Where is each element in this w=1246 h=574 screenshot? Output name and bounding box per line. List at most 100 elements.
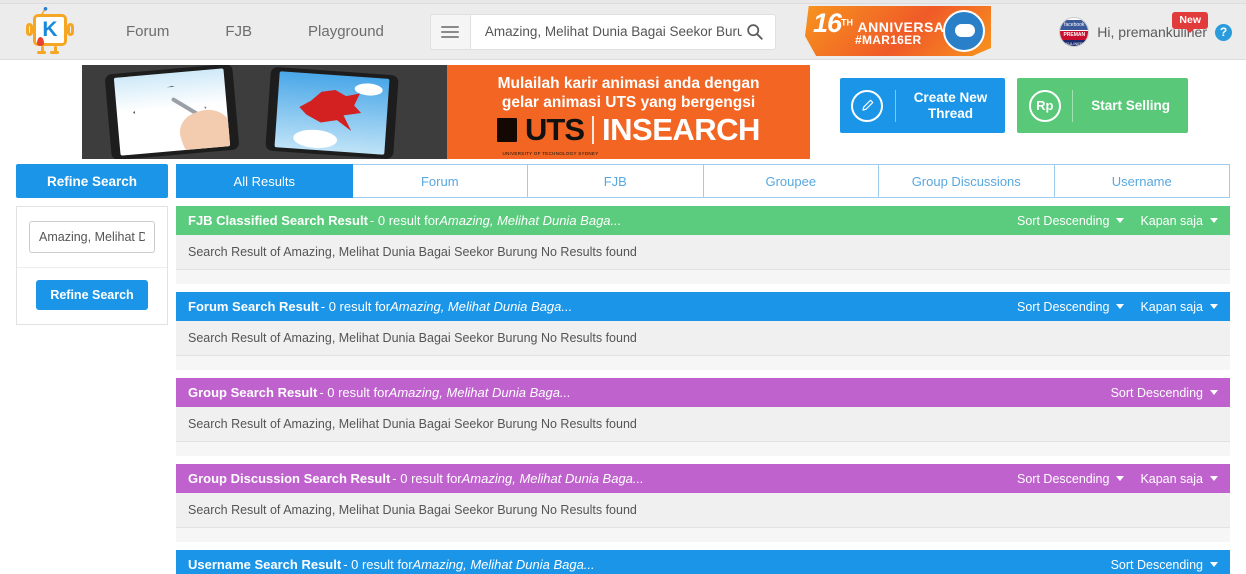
ad-row: Mulailah karir animasi anda dengan gelar…	[0, 60, 1246, 164]
time-filter-label: Kapan saja	[1140, 213, 1203, 228]
sort-dropdown[interactable]: Sort Descending	[1111, 558, 1218, 572]
time-filter-dropdown[interactable]: Kapan saja	[1140, 214, 1218, 228]
main-navigation: Forum FJB Playground	[98, 4, 412, 60]
tab-all-results[interactable]: All Results	[176, 164, 353, 198]
sort-dropdown-label: Sort Descending	[1017, 471, 1110, 486]
section-title: Forum Search Result	[188, 299, 319, 314]
brand-divider	[592, 116, 595, 144]
sort-dropdown[interactable]: Sort Descending	[1017, 471, 1125, 486]
category-menu-icon[interactable]	[429, 13, 470, 50]
chevron-down-icon	[1116, 218, 1125, 223]
sort-dropdown[interactable]: Sort Descending	[1017, 299, 1125, 314]
section-fjb-classified-search-result: FJB Classified Search Result - 0 result …	[176, 206, 1230, 284]
ad-brand-left: UTS	[525, 112, 585, 147]
section-title: FJB Classified Search Result	[188, 213, 368, 228]
search-submit-button[interactable]	[744, 23, 765, 40]
section-body: Search Result of Amazing, Melihat Dunia …	[176, 235, 1230, 270]
tablet-sketch-screen	[113, 68, 231, 156]
user-area: facebook PREMAN KULINER Hi, premankuline…	[1059, 4, 1232, 60]
section-forum-search-result: Forum Search Result - 0 result for Amazi…	[176, 292, 1230, 370]
section-body: Search Result of Amazing, Melihat Dunia …	[176, 493, 1230, 528]
refine-keyword-input[interactable]	[29, 221, 155, 253]
content-layout: Refine Search Refine Search All Results …	[16, 164, 1230, 574]
ad-headline-line1: Mulailah karir animasi anda dengan	[497, 75, 760, 92]
section-query: Amazing, Melihat Dunia Baga...	[412, 557, 595, 572]
help-icon[interactable]: ?	[1215, 23, 1232, 41]
create-new-thread-button[interactable]: Create New Thread	[839, 78, 1006, 133]
create-thread-label-line1: Create New	[913, 89, 988, 105]
section-header: Group Discussion Search Result - 0 resul…	[176, 464, 1230, 493]
search-area	[429, 13, 776, 50]
section-query: Amazing, Melihat Dunia Baga...	[388, 385, 571, 400]
section-meta: - 0 result for	[319, 385, 389, 400]
bird-red-illustration	[298, 87, 363, 135]
main-content: Refine Search Refine Search All Results …	[0, 164, 1246, 574]
results-column: All Results Forum FJB Groupee Group Disc…	[176, 164, 1230, 574]
section-group-discussion-search-result: Group Discussion Search Result - 0 resul…	[176, 464, 1230, 542]
rupiah-icon: Rp	[1028, 89, 1061, 122]
section-query: Amazing, Melihat Dunia Baga...	[461, 471, 644, 486]
nav-item-forum[interactable]: Forum	[98, 4, 197, 60]
uts-insearch-ad-banner[interactable]: Mulailah karir animasi anda dengan gelar…	[82, 65, 810, 159]
create-thread-icon-slot	[840, 89, 896, 122]
kaskus-logo[interactable]: K	[26, 6, 74, 54]
section-controls: Sort Descending Kapan saja	[1017, 472, 1218, 486]
ad-headline-line2: gelar animasi UTS yang bergengsi	[501, 94, 756, 111]
section-title: Group Search Result	[188, 385, 318, 400]
refine-search-sidebar: Refine Search Refine Search	[16, 164, 168, 574]
tab-group-discussions[interactable]: Group Discussions	[879, 164, 1055, 198]
time-filter-label: Kapan saja	[1140, 299, 1203, 314]
search-input[interactable]	[482, 23, 744, 40]
anniversary-banner[interactable]: 16TH ANNIVERSARY #MAR16ER	[805, 6, 991, 56]
logo-arm-right	[67, 22, 74, 36]
create-thread-label-line2: Thread	[927, 105, 973, 121]
anniversary-ordinal: TH	[841, 17, 854, 28]
time-filter-dropdown[interactable]: Kapan saja	[1140, 472, 1218, 486]
sort-dropdown[interactable]: Sort Descending	[1017, 213, 1125, 228]
tab-groupee[interactable]: Groupee	[703, 164, 879, 198]
chevron-down-icon	[1210, 476, 1218, 481]
chevron-down-icon	[1116, 476, 1125, 481]
section-header: Group Search Result - 0 result for Amazi…	[176, 378, 1230, 407]
section-footer	[176, 528, 1230, 542]
sort-dropdown-label: Sort Descending	[1017, 213, 1110, 228]
section-title: Username Search Result	[188, 557, 342, 572]
sort-dropdown-label: Sort Descending	[1017, 299, 1110, 314]
section-footer	[176, 356, 1230, 370]
section-controls: Sort Descending	[1111, 386, 1218, 400]
section-header: Username Search Result - 0 result for Am…	[176, 550, 1230, 574]
cloud-shape	[292, 128, 338, 150]
section-footer	[176, 442, 1230, 456]
uts-emblem-icon	[497, 118, 518, 142]
logo-foot-left	[37, 50, 46, 54]
refine-search-panel: Refine Search	[16, 206, 168, 325]
cloud-shape	[122, 129, 150, 146]
ad-copy: Mulailah karir animasi anda dengan gelar…	[447, 65, 810, 159]
avatar-bottom-text: KULINER	[1060, 40, 1089, 46]
nav-item-playground[interactable]: Playground	[280, 4, 412, 60]
section-controls: Sort Descending	[1111, 558, 1218, 572]
section-header: FJB Classified Search Result - 0 result …	[176, 206, 1230, 235]
nav-item-fjb[interactable]: FJB	[197, 4, 280, 60]
refine-search-button[interactable]: Refine Search	[36, 280, 148, 310]
panel-divider	[17, 267, 167, 268]
section-footer	[176, 270, 1230, 284]
avatar-mid-text: PREMAN	[1060, 31, 1089, 40]
sort-dropdown[interactable]: Sort Descending	[1111, 386, 1218, 400]
tablet-colored	[265, 66, 399, 159]
section-group-search-result: Group Search Result - 0 result for Amazi…	[176, 378, 1230, 456]
search-box	[469, 13, 776, 50]
tab-fjb[interactable]: FJB	[528, 164, 704, 198]
sort-dropdown-label: Sort Descending	[1110, 557, 1203, 572]
section-header: Forum Search Result - 0 result for Amazi…	[176, 292, 1230, 321]
start-selling-button[interactable]: Rp Start Selling	[1017, 78, 1188, 133]
pencil-icon	[851, 89, 884, 122]
tab-forum[interactable]: Forum	[352, 164, 528, 198]
results-tabs: All Results Forum FJB Groupee Group Disc…	[176, 164, 1230, 198]
tab-username[interactable]: Username	[1054, 164, 1230, 198]
time-filter-dropdown[interactable]: Kapan saja	[1140, 300, 1218, 314]
anniversary-mascot-icon	[943, 10, 985, 52]
section-meta: - 0 result for	[392, 471, 462, 486]
section-title: Group Discussion Search Result	[188, 471, 391, 486]
avatar[interactable]: facebook PREMAN KULINER	[1059, 17, 1090, 47]
